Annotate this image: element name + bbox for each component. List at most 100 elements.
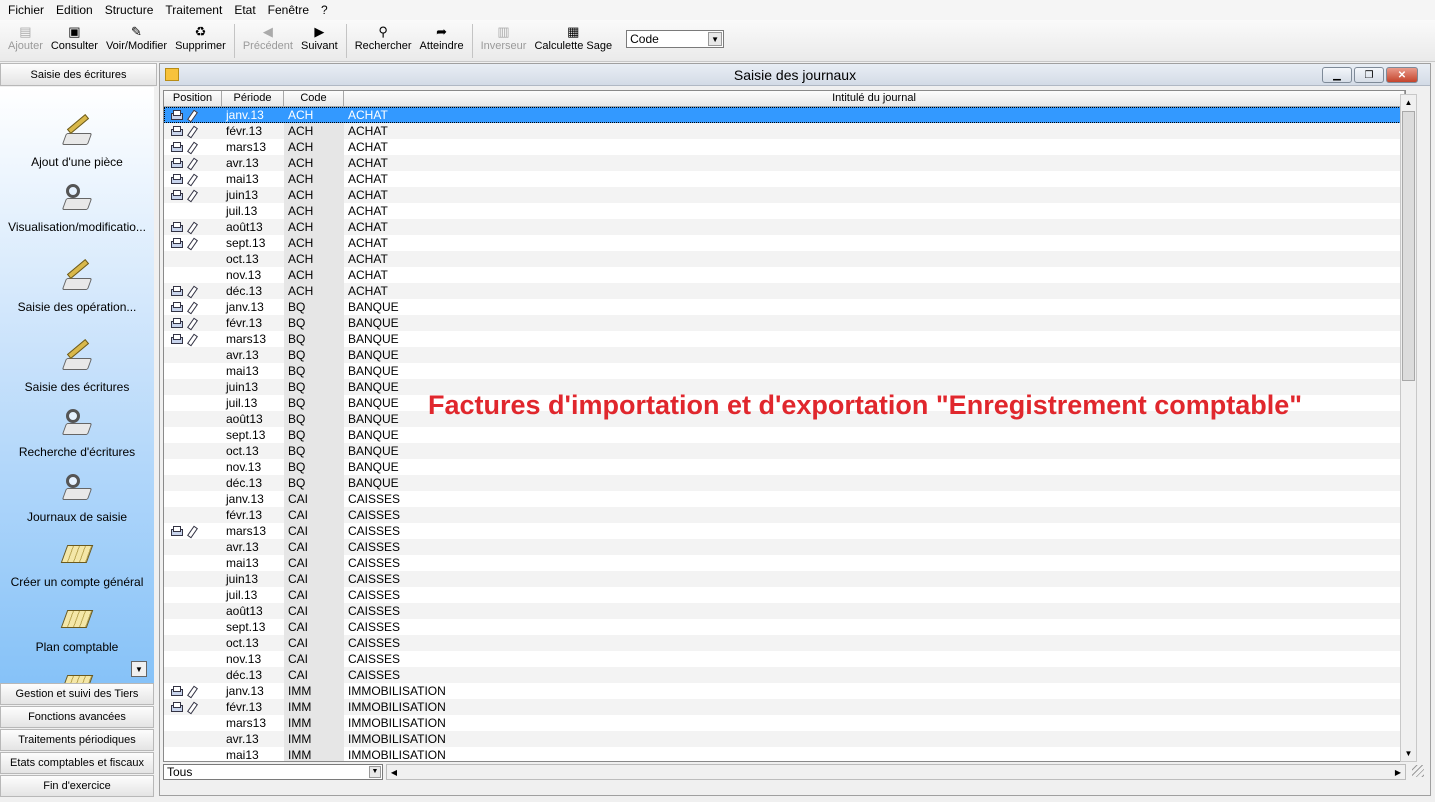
panel-task-plan-comptable[interactable]: Plan comptable: [0, 602, 154, 654]
table-row[interactable]: oct.13 BQ BANQUE: [164, 443, 1405, 459]
menu-etat[interactable]: Etat: [228, 0, 261, 20]
column-header-intitule[interactable]: Intitulé du journal: [344, 91, 1405, 106]
panel-section-fin-d-exercice[interactable]: Fin d'exercice: [0, 775, 154, 797]
periode-cell: mai13: [226, 364, 259, 378]
table-row[interactable]: nov.13 BQ BANQUE: [164, 459, 1405, 475]
column-header-position[interactable]: Position: [164, 91, 222, 106]
printer-icon: [170, 686, 183, 696]
scroll-left-arrow-icon[interactable]: ◀: [388, 766, 400, 778]
toolbar-supprimer-button[interactable]: ♻ Supprimer: [171, 20, 230, 60]
table-row[interactable]: mai13 ACH ACHAT: [164, 171, 1405, 187]
table-row[interactable]: juin13 ACH ACHAT: [164, 187, 1405, 203]
table-row[interactable]: févr.13 IMM IMMOBILISATION: [164, 699, 1405, 715]
panel-task-journaux-de-saisie[interactable]: Journaux de saisie: [0, 472, 154, 524]
window-document-icon: [165, 68, 179, 81]
trash-icon: ♻: [194, 24, 207, 39]
intitule-cell: CAISSES: [348, 652, 401, 666]
table-row[interactable]: juil.13 CAI CAISSES: [164, 587, 1405, 603]
panel-task-saisie-des-operation[interactable]: Saisie des opération...: [0, 258, 154, 314]
table-row[interactable]: mars13 ACH ACHAT: [164, 139, 1405, 155]
toolbar-atteindre-button[interactable]: ➦ Atteindre: [416, 20, 468, 60]
scroll-up-arrow-icon[interactable]: ▲: [1402, 96, 1415, 109]
toolbar-voir-modifier-button[interactable]: ✎ Voir/Modifier: [102, 20, 171, 60]
toolbar-ajouter-button[interactable]: ▤ Ajouter: [4, 20, 47, 60]
journals-grid: Position Période Code Intitulé du journa…: [163, 90, 1406, 762]
scroll-down-arrow-icon[interactable]: ▼: [1402, 747, 1415, 760]
table-row[interactable]: déc.13 BQ BANQUE: [164, 475, 1405, 491]
close-button[interactable]: ✕: [1386, 67, 1418, 83]
toolbar-inverseur-button[interactable]: ▥ Inverseur: [477, 20, 531, 60]
panel-task-recherche-d-ecritures[interactable]: Recherche d'écritures: [0, 407, 154, 459]
menu-fichier[interactable]: Fichier: [2, 0, 50, 20]
table-row[interactable]: juin13 CAI CAISSES: [164, 571, 1405, 587]
pencil-icon: [186, 222, 196, 232]
table-row[interactable]: janv.13 IMM IMMOBILISATION: [164, 683, 1405, 699]
table-row[interactable]: oct.13 CAI CAISSES: [164, 635, 1405, 651]
panel-task-creer-un-compte-general[interactable]: Créer un compte général: [0, 537, 154, 589]
scroll-right-arrow-icon[interactable]: ▶: [1392, 766, 1404, 778]
table-row[interactable]: févr.13 ACH ACHAT: [164, 123, 1405, 139]
table-row[interactable]: sept.13 CAI CAISSES: [164, 619, 1405, 635]
intitule-cell: CAISSES: [348, 604, 401, 618]
panel-task-ajout-d-une-piece[interactable]: Ajout d'une pièce: [0, 113, 154, 169]
panel-header-saisie-ecritures[interactable]: Saisie des écritures: [0, 63, 157, 86]
panel-section-fonctions-avancees[interactable]: Fonctions avancées: [0, 706, 154, 728]
panel-task-label: Ajout d'une pièce: [31, 155, 123, 169]
restore-button[interactable]: ❐: [1354, 67, 1384, 83]
periode-cell: févr.13: [226, 508, 263, 522]
panel-task-saisie-des-ecritures[interactable]: Saisie des écritures: [0, 338, 154, 394]
table-row[interactable]: août13 CAI CAISSES: [164, 603, 1405, 619]
table-row[interactable]: mai13 CAI CAISSES: [164, 555, 1405, 571]
table-row[interactable]: sept.13 BQ BANQUE: [164, 427, 1405, 443]
minimize-button[interactable]: ▁: [1322, 67, 1352, 83]
table-row[interactable]: déc.13 ACH ACHAT: [164, 283, 1405, 299]
table-row[interactable]: févr.13 CAI CAISSES: [164, 507, 1405, 523]
toolbar: ▤ Ajouter ▣ Consulter ✎ Voir/Modifier ♻ Supprim…: [0, 20, 1435, 62]
table-row[interactable]: mars13 CAI CAISSES: [164, 523, 1405, 539]
resize-grip-icon[interactable]: [1412, 765, 1424, 777]
table-row[interactable]: avr.13 ACH ACHAT: [164, 155, 1405, 171]
table-row[interactable]: janv.13 BQ BANQUE: [164, 299, 1405, 315]
horizontal-scrollbar[interactable]: ◀ ▶: [386, 764, 1406, 780]
filter-dropdown[interactable]: Tous ▼: [163, 764, 383, 780]
panel-section-etats-comptables-et-fiscaux[interactable]: Etats comptables et fiscaux: [0, 752, 154, 774]
table-row[interactable]: nov.13 CAI CAISSES: [164, 651, 1405, 667]
search-icon: ⚲: [378, 24, 388, 39]
toolbar-suivant-button[interactable]: ▶ Suivant: [297, 20, 342, 60]
toolbar-consulter-button[interactable]: ▣ Consulter: [47, 20, 102, 60]
column-header-periode[interactable]: Période: [222, 91, 284, 106]
vertical-scrollbar[interactable]: ▲ ▼: [1400, 94, 1417, 762]
table-row[interactable]: nov.13 ACH ACHAT: [164, 267, 1405, 283]
toolbar-calculette-sage-button[interactable]: ▦ Calculette Sage: [530, 20, 616, 60]
menu-edition[interactable]: Edition: [50, 0, 99, 20]
table-row[interactable]: août13 ACH ACHAT: [164, 219, 1405, 235]
table-row[interactable]: févr.13 BQ BANQUE: [164, 315, 1405, 331]
table-row[interactable]: avr.13 BQ BANQUE: [164, 347, 1405, 363]
menu-fen-tre[interactable]: Fenêtre: [262, 0, 315, 20]
toolbar-rechercher-button[interactable]: ⚲ Rechercher: [351, 20, 416, 60]
table-row[interactable]: mai13 IMM IMMOBILISATION: [164, 747, 1405, 761]
menu-help[interactable]: ?: [315, 0, 334, 20]
table-row[interactable]: déc.13 CAI CAISSES: [164, 667, 1405, 683]
panel-scroll-down-button[interactable]: ▼: [131, 661, 147, 677]
menu-traitement[interactable]: Traitement: [159, 0, 228, 20]
table-row[interactable]: sept.13 ACH ACHAT: [164, 235, 1405, 251]
column-header-code[interactable]: Code: [284, 91, 344, 106]
table-row[interactable]: avr.13 CAI CAISSES: [164, 539, 1405, 555]
toolbar-precedent-button[interactable]: ◀ Précédent: [239, 20, 297, 60]
sort-code-dropdown[interactable]: Code ▼: [626, 30, 725, 48]
table-row[interactable]: janv.13 CAI CAISSES: [164, 491, 1405, 507]
panel-section-gestion-et-suivi-des-tiers[interactable]: Gestion et suivi des Tiers: [0, 683, 154, 705]
scroll-thumb[interactable]: [1402, 111, 1415, 381]
table-row[interactable]: mai13 BQ BANQUE: [164, 363, 1405, 379]
table-row[interactable]: juil.13 ACH ACHAT: [164, 203, 1405, 219]
table-row[interactable]: mars13 BQ BANQUE: [164, 331, 1405, 347]
panel-section-traitements-periodiques[interactable]: Traitements périodiques: [0, 729, 154, 751]
panel-task-visualisation-modificatio[interactable]: Visualisation/modificatio...: [0, 182, 154, 234]
table-row[interactable]: mars13 IMM IMMOBILISATION: [164, 715, 1405, 731]
table-row[interactable]: janv.13 ACH ACHAT: [164, 107, 1405, 123]
table-row[interactable]: avr.13 IMM IMMOBILISATION: [164, 731, 1405, 747]
menu-structure[interactable]: Structure: [99, 0, 160, 20]
table-row[interactable]: oct.13 ACH ACHAT: [164, 251, 1405, 267]
restore-icon: ❐: [1364, 69, 1374, 81]
